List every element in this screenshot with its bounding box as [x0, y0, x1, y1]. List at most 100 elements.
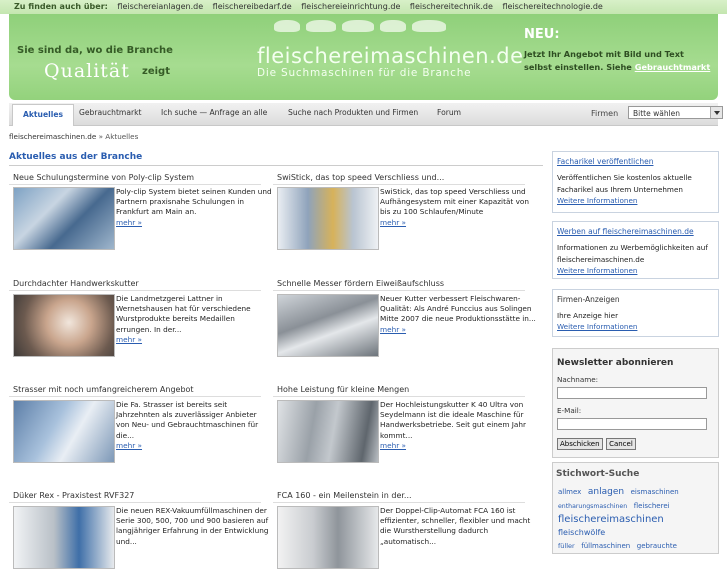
article-text: Der Doppel-Clip-Automat FCA 160 ist effi… — [380, 506, 531, 546]
tag-link[interactable]: eismaschinen — [631, 488, 679, 496]
tag-link[interactable]: füller — [558, 542, 575, 550]
article-title[interactable]: Düker Rex - Praxistest RVF327 — [13, 491, 134, 500]
breadcrumb: fleischereimaschinen.de » Aktuelles — [9, 132, 138, 141]
tab-forum[interactable]: Forum — [437, 103, 461, 123]
more-link[interactable]: mehr » — [116, 335, 142, 344]
article-image[interactable] — [277, 187, 379, 250]
article-image[interactable] — [277, 506, 379, 569]
chicken-icon — [274, 20, 300, 32]
tab-gebrauchtmarkt[interactable]: Gebrauchtmarkt — [79, 103, 141, 123]
sidebar-box-firmen: Firmen-Anzeigen Ihre Anzeige hier Weiter… — [552, 289, 719, 337]
pig-icon — [306, 20, 336, 32]
divider — [9, 502, 261, 503]
tag-link[interactable]: fleischereimaschinen — [558, 514, 664, 525]
article-image[interactable] — [13, 187, 115, 250]
article-teaser: Die Landmetzgerei Lattner in Wernetshaus… — [116, 294, 272, 345]
fish-icon — [412, 20, 446, 32]
divider — [273, 502, 525, 503]
site-logo[interactable]: fleischereimaschinen.de — [257, 44, 524, 68]
tag-link[interactable]: anlagen — [588, 487, 624, 497]
divider — [9, 396, 261, 397]
tag-cloud-title: Stichwort-Suche — [556, 469, 640, 479]
article-text: Die neuen REX-Vakuumfüllmaschinen der Se… — [116, 506, 269, 546]
article-text: SwiStick, das top speed Verschliess und … — [380, 187, 530, 217]
more-info-link[interactable]: Weitere Informationen — [557, 322, 637, 331]
divider — [273, 184, 525, 185]
sidebar-box-title[interactable]: Werben auf fleischereimaschinen.de — [557, 227, 694, 236]
article-title[interactable]: FCA 160 - ein Meilenstein in der... — [277, 491, 412, 500]
tag-link[interactable]: gebrauchte — [637, 542, 677, 550]
cow-icon — [342, 20, 374, 32]
more-link[interactable]: mehr » — [380, 441, 406, 450]
divider — [9, 165, 543, 166]
article-teaser: Neuer Kutter verbessert Fleischwaren-Qua… — [380, 294, 536, 335]
article-teaser: Der Hochleistungskutter K 40 Ultra von S… — [380, 400, 536, 451]
tag-cloud-box: Stichwort-Suche allmex anlagen eismaschi… — [552, 462, 719, 554]
article-title[interactable]: Strasser mit noch umfangreicherem Angebo… — [13, 385, 194, 394]
sidebar-box-articles: Facharikel veröffentlichen Veröffentlich… — [552, 151, 719, 213]
newsletter-box: Newsletter abonnieren Nachname: E-Mail: … — [552, 348, 719, 458]
article-image[interactable] — [13, 506, 115, 569]
article-image[interactable] — [13, 294, 115, 357]
article-teaser: Der Doppel-Clip-Automat FCA 160 ist effi… — [380, 506, 536, 547]
breadcrumb-home[interactable]: fleischereimaschinen.de — [9, 132, 96, 141]
article-title[interactable]: Durchdachter Handwerkskutter — [13, 279, 139, 288]
slogan-line: Sie sind da, wo die Branche — [17, 45, 173, 56]
topbar-link-3[interactable]: fleischereieinrichtung.de — [301, 2, 400, 11]
slogan-end: zeigt — [142, 66, 170, 77]
article-text: Die Landmetzgerei Lattner in Wernetshaus… — [116, 294, 251, 334]
topbar-link-4[interactable]: fleischereitechnik.de — [410, 2, 493, 11]
divider — [273, 396, 525, 397]
sidebar-box-title[interactable]: Facharikel veröffentlichen — [557, 157, 653, 166]
subscribe-button[interactable]: Abschicken — [557, 438, 603, 450]
more-info-link[interactable]: Weitere Informationen — [557, 196, 637, 205]
firmen-label: Firmen — [591, 109, 619, 118]
email-label: E-Mail: — [557, 406, 582, 415]
tab-ich-suche[interactable]: Ich suche — Anfrage an alle — [161, 103, 267, 123]
promo-title: NEU: — [524, 27, 560, 42]
tag-link[interactable]: füllmaschinen — [581, 542, 630, 550]
topbar-link-1[interactable]: fleischereianlagen.de — [117, 2, 203, 11]
more-link[interactable]: mehr » — [380, 218, 406, 227]
topbar-link-5[interactable]: fleischereitechnologie.de — [502, 2, 602, 11]
article-image[interactable] — [277, 400, 379, 463]
email-input[interactable] — [557, 418, 707, 430]
article-text: Der Hochleistungskutter K 40 Ultra von S… — [380, 400, 527, 440]
promo-link[interactable]: Gebrauchtmarkt — [635, 62, 711, 72]
firmen-select[interactable]: Bitte wählen — [628, 106, 723, 119]
more-link[interactable]: mehr » — [380, 325, 406, 334]
article-title[interactable]: Neue Schulungstermine von Poly-clip Syst… — [13, 173, 194, 182]
tag-cloud: allmex anlagen eismaschinen entharungsma… — [558, 485, 716, 553]
article-image[interactable] — [13, 400, 115, 463]
sidebar-box-text: Ihre Anzeige hier — [557, 311, 619, 320]
tag-link[interactable]: entharungsmaschinen — [558, 503, 627, 510]
more-info-link[interactable]: Weitere Informationen — [557, 266, 637, 275]
more-link[interactable]: mehr » — [116, 218, 142, 227]
chevron-down-icon[interactable] — [710, 107, 722, 118]
cancel-button[interactable]: Cancel — [606, 438, 636, 450]
article-text: Neuer Kutter verbessert Fleischwaren-Qua… — [380, 294, 536, 324]
sidebar-box-text: Informationen zu Werbemöglichkeiten auf … — [557, 243, 708, 264]
article-title[interactable]: SwiStick, das top speed Verschliess und.… — [277, 173, 444, 182]
article-teaser: SwiStick, das top speed Verschliess und … — [380, 187, 536, 228]
more-link[interactable]: mehr » — [116, 441, 142, 450]
article-image[interactable] — [277, 294, 379, 357]
newsletter-buttons: Abschicken Cancel — [557, 438, 637, 450]
tag-link[interactable]: fleischwölfe — [558, 528, 605, 537]
main-nav: Aktuelles Gebrauchtmarkt Ich suche — Anf… — [9, 103, 723, 126]
slogan-quality: Qualität — [44, 60, 130, 82]
section-title: Aktuelles aus der Branche — [9, 152, 143, 162]
tag-link[interactable]: fleischerei — [634, 502, 670, 510]
tab-aktuelles[interactable]: Aktuelles — [12, 104, 74, 126]
name-label: Nachname: — [557, 375, 599, 384]
breadcrumb-separator: » — [98, 132, 103, 141]
article-teaser: Die Fa. Strasser ist bereits seit Jahrze… — [116, 400, 272, 451]
article-title[interactable]: Schnelle Messer fördern Eiweißaufschluss — [277, 279, 444, 288]
article-text: Die Fa. Strasser ist bereits seit Jahrze… — [116, 400, 259, 440]
firmen-select-value: Bitte wählen — [633, 109, 681, 118]
name-input[interactable] — [557, 387, 707, 399]
tab-suche-produkte[interactable]: Suche nach Produkten und Firmen — [288, 103, 418, 123]
tag-link[interactable]: allmex — [558, 488, 581, 496]
topbar-link-2[interactable]: fleischereibedarf.de — [213, 2, 292, 11]
article-title[interactable]: Hohe Leistung für kleine Mengen — [277, 385, 409, 394]
